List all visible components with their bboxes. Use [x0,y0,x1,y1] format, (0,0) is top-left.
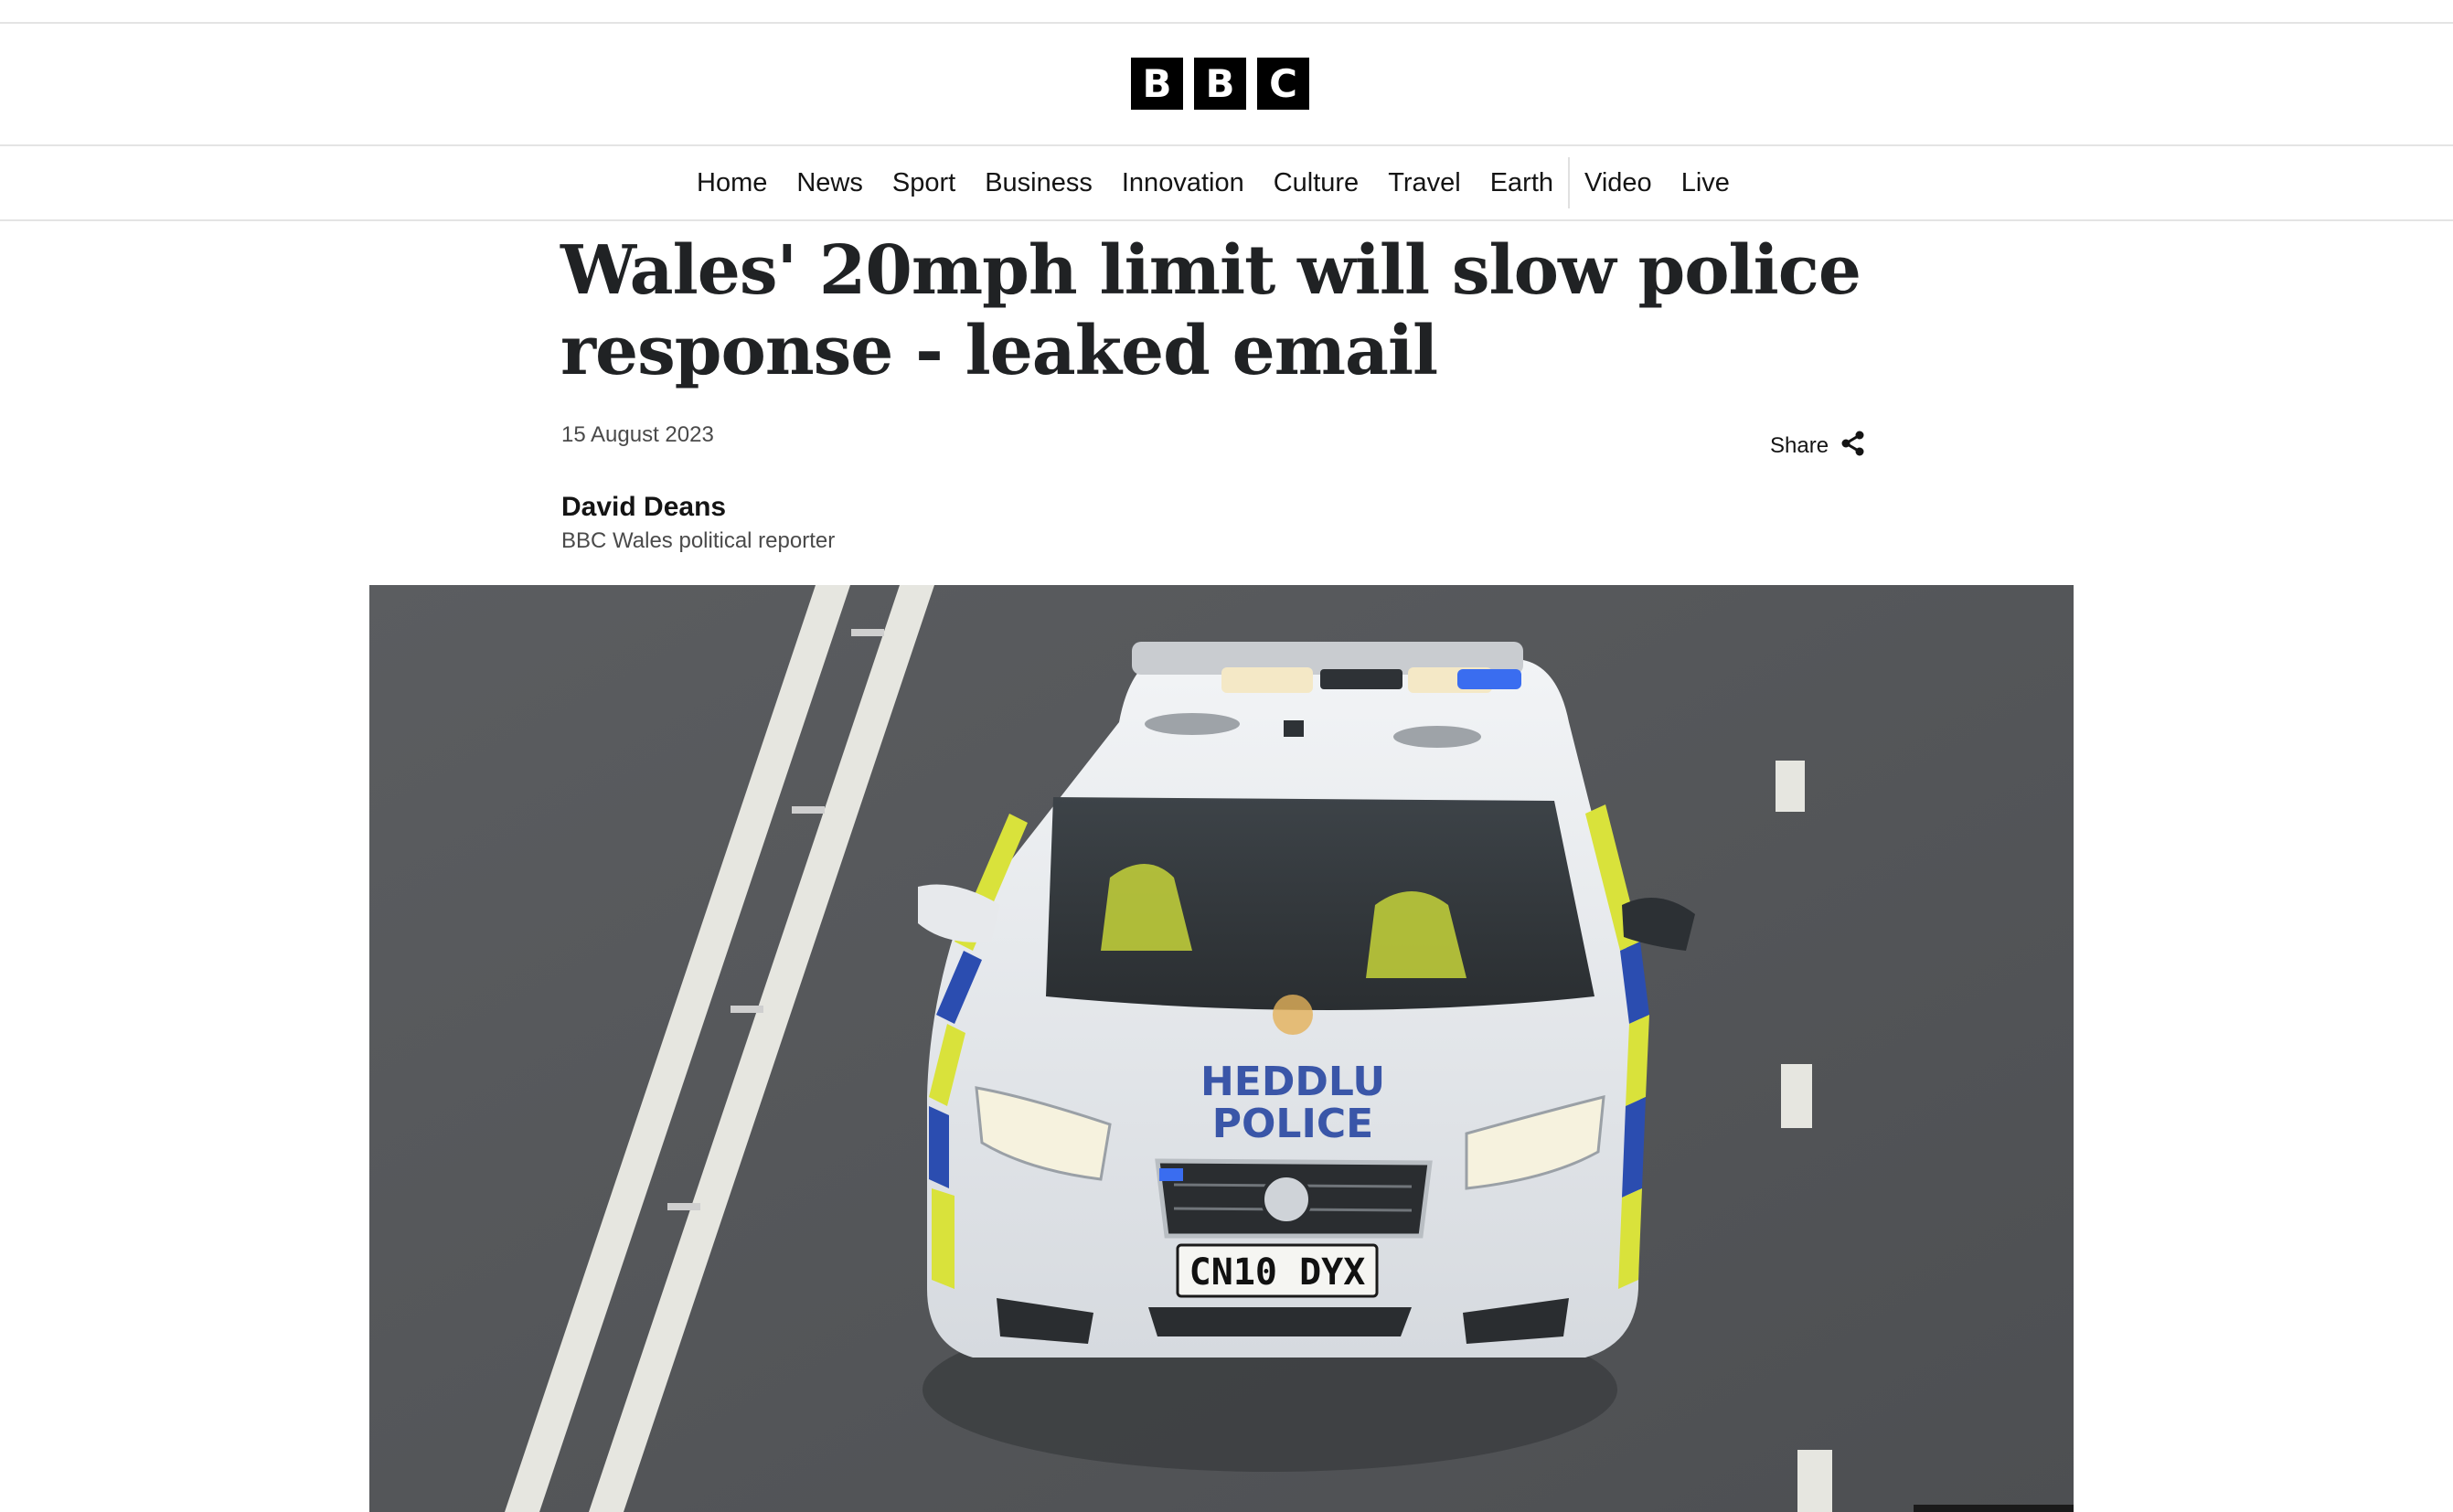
nav-item-news[interactable]: News [782,168,878,198]
nav-item-video[interactable]: Video [1570,168,1667,198]
logo-letter: B [1131,58,1183,110]
share-icon [1840,430,1867,462]
nav-list: Home News Sport Business Innovation Cult… [682,146,1744,219]
bonnet-text-heddlu: HEDDLU [1200,1059,1385,1105]
masthead: B B C [0,24,2453,146]
carousel-scrollbar[interactable] [1914,1505,2074,1512]
nav-item-home[interactable]: Home [682,168,782,198]
logo-letter: C [1257,58,1309,110]
number-plate-text: CN10 DYX [1189,1251,1366,1294]
main-navigation: Home News Sport Business Innovation Cult… [0,146,2453,221]
article-headline: Wales' 20mph limit will slow police resp… [560,231,1861,390]
nav-item-culture[interactable]: Culture [1259,168,1374,198]
article-date: 15 August 2023 [561,422,714,447]
share-label: Share [1770,432,1829,458]
top-border [0,0,2453,24]
nav-item-business[interactable]: Business [970,168,1107,198]
author-name: David Deans [561,492,727,522]
police-car-photo: HEDDLU POLICE CN10 DYX [369,585,2074,1512]
nav-item-innovation[interactable]: Innovation [1107,168,1259,198]
nav-item-travel[interactable]: Travel [1373,168,1476,198]
bbc-logo[interactable]: B B C [1131,58,1309,110]
bonnet-text-police: POLICE [1212,1101,1373,1147]
hero-image: HEDDLU POLICE CN10 DYX [369,585,2074,1512]
share-button[interactable]: Share [1770,430,1867,462]
nav-item-earth[interactable]: Earth [1476,168,1568,198]
nav-item-sport[interactable]: Sport [878,168,970,198]
nav-item-live[interactable]: Live [1667,168,1744,198]
logo-letter: B [1194,58,1246,110]
author-role: BBC Wales political reporter [561,528,836,553]
